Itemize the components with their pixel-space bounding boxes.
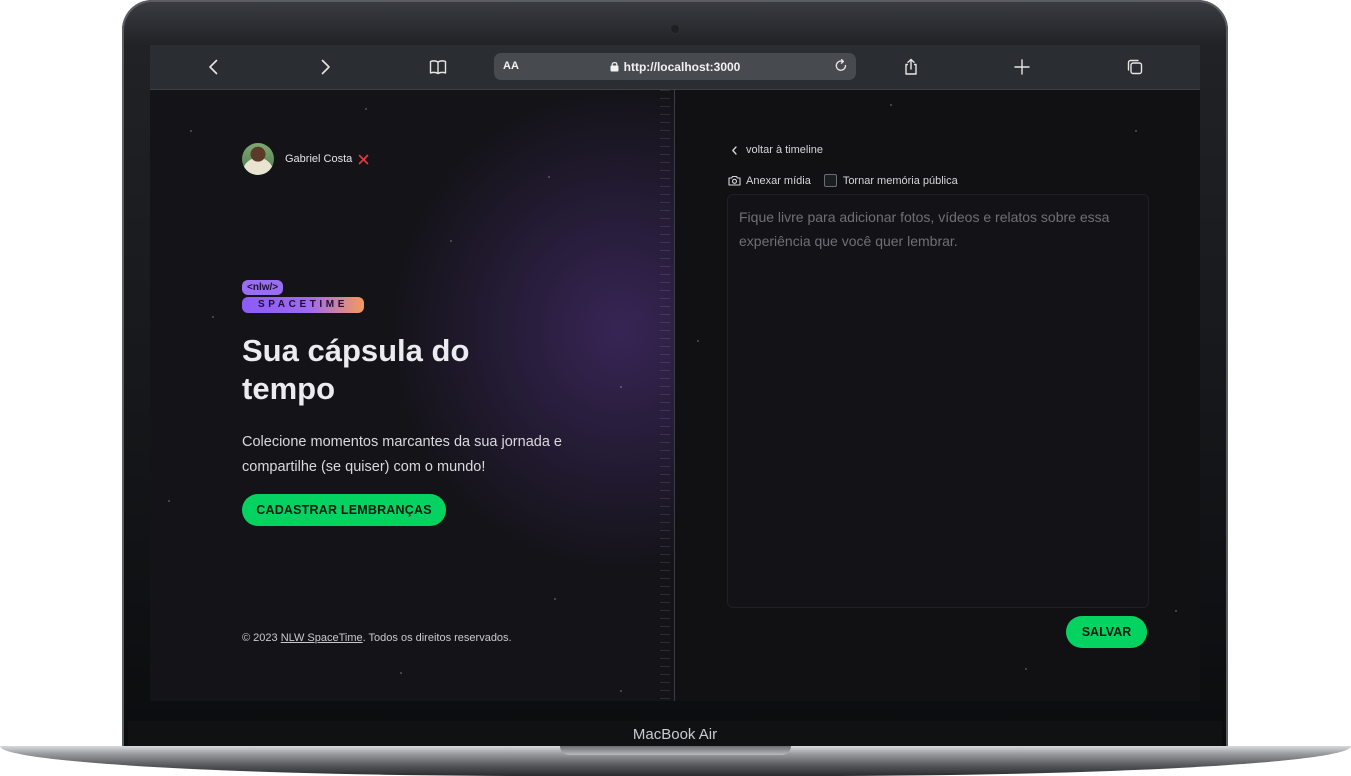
star: [190, 130, 192, 132]
attach-media-label: Anexar mídia: [746, 174, 811, 187]
laptop-hinge-notch: [560, 746, 791, 755]
share-icon: [905, 58, 917, 75]
footer-prefix: © 2023: [242, 632, 281, 644]
stripe-decoration: [660, 90, 670, 701]
plus-icon: [1014, 59, 1030, 75]
attach-media-button[interactable]: Anexar mídia: [728, 175, 811, 187]
chevron-left-icon: [731, 145, 738, 155]
register-memories-button[interactable]: CADASTRAR LEMBRANÇAS: [242, 494, 446, 526]
star: [697, 340, 699, 342]
footer-copyright: © 2023 NLW SpaceTime. Todos os direitos …: [242, 632, 512, 644]
footer-link[interactable]: NLW SpaceTime: [281, 632, 363, 644]
tabs-icon: [1127, 59, 1143, 75]
app: Gabriel Costa <nlw/> SPACETIME Sua cápsu…: [150, 90, 1200, 701]
star: [1135, 130, 1137, 132]
star: [212, 316, 214, 318]
user-profile[interactable]: Gabriel Costa: [242, 143, 369, 175]
share-button[interactable]: [897, 53, 925, 81]
user-name: Gabriel Costa: [285, 153, 353, 165]
new-tab-button[interactable]: [1008, 53, 1036, 81]
star: [620, 690, 622, 692]
webcam: [671, 25, 679, 33]
star: [620, 386, 622, 388]
device-label: MacBook Air: [632, 726, 718, 743]
public-memory-label: Tornar memória pública: [842, 174, 958, 187]
star: [400, 672, 402, 674]
editor-panel: voltar à timeline Anexar mídia Tornar me…: [675, 90, 1200, 701]
logo-nlw-tag: <nlw/>: [242, 280, 284, 295]
editor-options: Anexar mídia Tornar memória pública: [728, 174, 958, 187]
public-memory-toggle[interactable]: Tornar memória pública: [823, 174, 958, 187]
back-to-timeline-label: voltar à timeline: [746, 144, 824, 156]
footer-suffix: . Todos os direitos reservados.: [362, 632, 512, 644]
star: [450, 240, 452, 242]
screen: AA http://localhost:3000 Gabriel Costa <…: [150, 45, 1200, 701]
logout-icon[interactable]: [358, 154, 369, 165]
memory-textarea[interactable]: Fique livre para adicionar fotos, vídeos…: [727, 194, 1149, 608]
browser-toolbar: AA http://localhost:3000: [150, 45, 1200, 90]
text-size-button[interactable]: AA: [503, 60, 519, 72]
address-bar[interactable]: AA http://localhost:3000: [494, 53, 856, 80]
hero-subtitle: Colecione momentos marcantes da sua jorn…: [242, 434, 562, 475]
star: [365, 108, 367, 110]
star: [168, 500, 170, 502]
forward-button[interactable]: [311, 53, 339, 81]
star: [548, 176, 550, 178]
back-to-timeline-link[interactable]: voltar à timeline: [731, 144, 823, 156]
url-text: http://localhost:3000: [623, 59, 741, 74]
avatar[interactable]: [242, 143, 274, 175]
back-button[interactable]: [200, 53, 228, 81]
public-memory-checkbox[interactable]: [823, 174, 837, 187]
chevron-right-icon: [321, 59, 330, 75]
logo-spacetime: SPACETIME: [242, 297, 364, 313]
star: [890, 104, 892, 106]
star: [1025, 668, 1027, 670]
star: [554, 598, 556, 600]
camera-icon: [728, 175, 741, 186]
lock-icon: [610, 61, 619, 72]
book-icon: [429, 60, 447, 75]
chevron-left-icon: [209, 59, 218, 75]
memory-placeholder: Fique livre para adicionar fotos, vídeos…: [739, 209, 1110, 249]
nlw-spacetime-logo: <nlw/> SPACETIME: [242, 277, 364, 313]
bookmarks-button[interactable]: [424, 53, 452, 81]
tabs-overview-button[interactable]: [1121, 53, 1149, 81]
hero-title: Sua cápsula do tempo: [242, 333, 470, 406]
reload-icon[interactable]: [832, 57, 850, 75]
star: [1175, 610, 1177, 612]
hero-panel: Gabriel Costa <nlw/> SPACETIME Sua cápsu…: [150, 90, 674, 701]
save-button[interactable]: SALVAR: [1066, 616, 1147, 648]
bottom-bezel: MacBook Air: [128, 721, 1222, 748]
